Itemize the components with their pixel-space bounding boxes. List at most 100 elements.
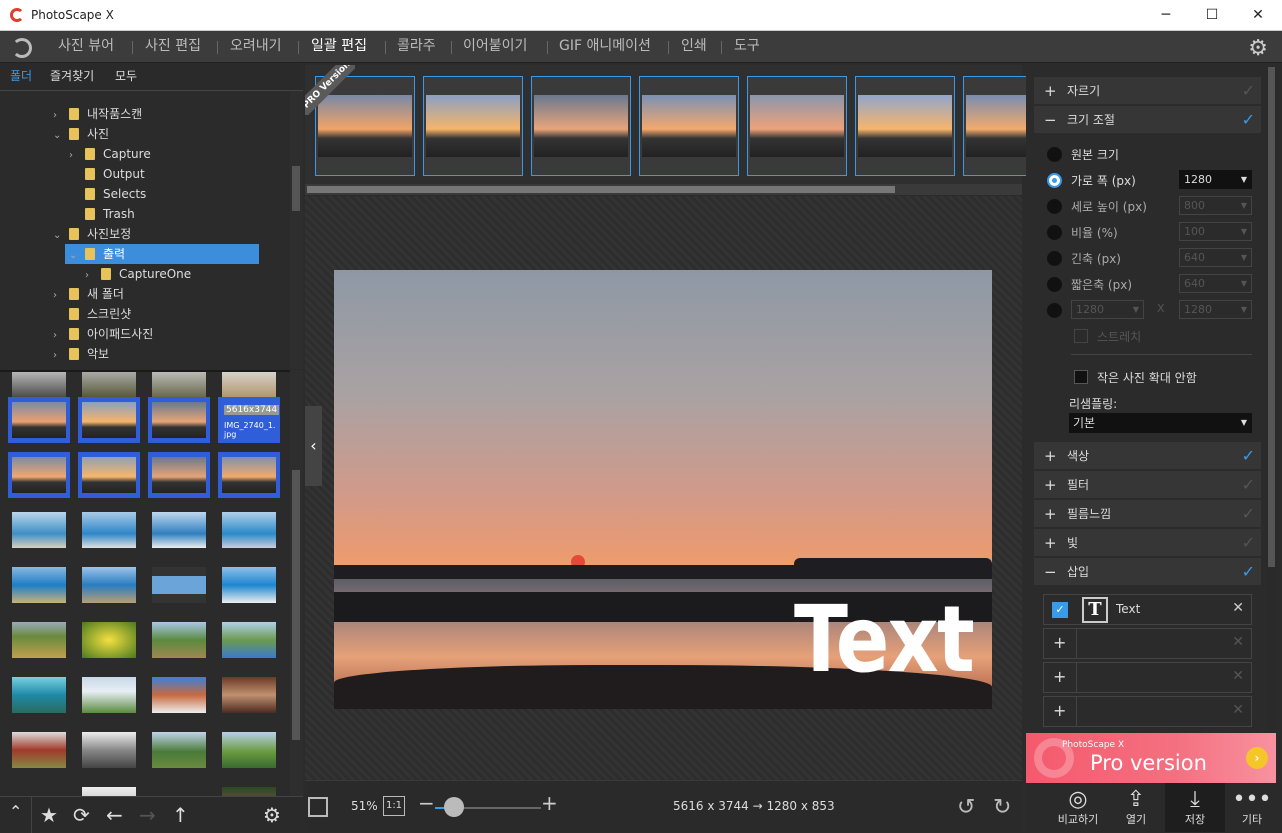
tree-item[interactable]: Selects bbox=[69, 184, 146, 204]
filmstrip-scrollbar-thumb[interactable] bbox=[307, 186, 895, 193]
thumbnail-selected[interactable] bbox=[78, 397, 140, 443]
thumbnail[interactable] bbox=[78, 507, 140, 553]
expand-plus-icon[interactable]: + bbox=[1044, 471, 1057, 499]
tree-item[interactable]: Output bbox=[69, 164, 145, 184]
thumbnail[interactable] bbox=[78, 672, 140, 718]
width-select[interactable]: 1280 ▼ bbox=[1179, 170, 1252, 189]
thumbnail[interactable] bbox=[8, 617, 70, 663]
tree-scrollbar-thumb[interactable] bbox=[292, 166, 300, 211]
insert-row-empty[interactable]: + ✕ bbox=[1043, 628, 1252, 659]
thumbnail[interactable] bbox=[148, 562, 210, 608]
panel-scrollbar[interactable] bbox=[1266, 67, 1277, 733]
check-icon[interactable]: ✓ bbox=[1242, 500, 1255, 528]
tree-item[interactable]: › 아이패드사진 bbox=[53, 324, 153, 344]
insert-text-checkbox[interactable]: ✓ bbox=[1052, 602, 1068, 618]
thumbnail[interactable] bbox=[148, 727, 210, 773]
more-button[interactable]: ••• 기타 bbox=[1222, 783, 1282, 832]
menu-gif[interactable]: GIF 애니메이션 bbox=[559, 31, 651, 63]
banner-arrow-icon[interactable]: › bbox=[1246, 747, 1268, 769]
tab-all[interactable]: 모두 bbox=[115, 63, 137, 91]
filmstrip-thumbnail[interactable] bbox=[855, 76, 955, 176]
check-icon[interactable]: ✓ bbox=[1242, 442, 1255, 470]
panel-scrollbar-thumb[interactable] bbox=[1268, 67, 1275, 567]
thumbnail[interactable] bbox=[8, 672, 70, 718]
tree-item-selected[interactable]: ⌄ 출력 bbox=[65, 244, 259, 264]
thumbnail[interactable] bbox=[218, 562, 280, 608]
tab-favorites[interactable]: 즐겨찾기 bbox=[50, 63, 94, 91]
collapse-left-panel-button[interactable]: ‹ bbox=[305, 406, 322, 486]
radio-custom[interactable] bbox=[1047, 303, 1062, 318]
fit-square-icon[interactable] bbox=[308, 797, 328, 817]
home-logo-icon[interactable] bbox=[12, 38, 32, 58]
arrow-right-icon[interactable]: → bbox=[139, 803, 156, 827]
rotate-right-icon[interactable]: ↻ bbox=[993, 795, 1011, 820]
thumbnail[interactable] bbox=[218, 617, 280, 663]
radio-height[interactable] bbox=[1047, 199, 1062, 214]
star-icon[interactable]: ★ bbox=[40, 803, 58, 827]
radio-short-side[interactable] bbox=[1047, 277, 1062, 292]
thumbnail[interactable] bbox=[8, 562, 70, 608]
arrow-up-icon[interactable]: ↑ bbox=[172, 803, 189, 827]
filmstrip-thumbnail[interactable] bbox=[423, 76, 523, 176]
check-icon[interactable]: ✓ bbox=[1242, 558, 1255, 586]
custom-width-select[interactable]: 1280 ▼ bbox=[1071, 300, 1144, 319]
filmstrip-scrollbar[interactable] bbox=[305, 184, 1022, 195]
zoom-out-button[interactable]: − bbox=[418, 791, 435, 815]
radio-percent[interactable] bbox=[1047, 225, 1062, 240]
compare-button[interactable]: ◎ 비교하기 bbox=[1048, 783, 1108, 832]
menu-cut-out[interactable]: 오려내기 bbox=[230, 31, 282, 63]
no-upscale-checkbox[interactable] bbox=[1074, 370, 1088, 384]
thumbnail[interactable] bbox=[78, 782, 140, 796]
thumbnail[interactable] bbox=[8, 507, 70, 553]
long-side-select[interactable]: 640 ▼ bbox=[1179, 248, 1252, 267]
thumbnail-scrollbar-thumb[interactable] bbox=[292, 470, 300, 740]
tree-item[interactable]: ⌄ 사진 bbox=[53, 124, 109, 144]
menu-combine[interactable]: 이어붙이기 bbox=[463, 31, 527, 63]
thumbnail[interactable] bbox=[148, 617, 210, 663]
tree-item[interactable]: › CaptureOne bbox=[85, 264, 191, 284]
thumbnail-selected[interactable]: 5616x3744 IMG_2740_1.jpg bbox=[218, 397, 280, 443]
actual-size-button[interactable]: 1:1 bbox=[383, 796, 405, 816]
pro-version-banner[interactable]: PhotoScape X Pro version › bbox=[1026, 733, 1276, 783]
thumbnail-selected[interactable] bbox=[8, 397, 70, 443]
tab-folder[interactable]: 폴더 bbox=[10, 63, 32, 91]
tree-item[interactable]: Trash bbox=[69, 204, 135, 224]
thumbnail-selected[interactable] bbox=[148, 452, 210, 498]
radio-width[interactable] bbox=[1047, 173, 1062, 188]
thumbnail[interactable] bbox=[218, 782, 280, 796]
check-icon[interactable]: ✓ bbox=[1242, 471, 1255, 499]
section-crop[interactable]: + 자르기 ✓ bbox=[1034, 77, 1261, 105]
expand-plus-icon[interactable]: + bbox=[1044, 77, 1057, 105]
menu-batch[interactable]: 일괄 편집 bbox=[311, 31, 367, 63]
thumbnail-selected[interactable] bbox=[218, 452, 280, 498]
stretch-checkbox[interactable] bbox=[1074, 329, 1088, 343]
thumbnail-selected[interactable] bbox=[8, 452, 70, 498]
folder-settings-gear-icon[interactable]: ⚙ bbox=[263, 803, 281, 827]
section-filter[interactable]: + 필터 ✓ bbox=[1034, 471, 1261, 499]
add-plus-icon[interactable]: + bbox=[1053, 633, 1066, 652]
section-color[interactable]: + 색상 ✓ bbox=[1034, 442, 1261, 470]
filmstrip-thumbnail[interactable] bbox=[747, 76, 847, 176]
menu-photo-viewer[interactable]: 사진 뷰어 bbox=[58, 31, 114, 63]
thumbnail[interactable] bbox=[218, 507, 280, 553]
collapse-minus-icon[interactable]: − bbox=[1044, 558, 1057, 586]
tree-item[interactable]: ⌄ 사진보정 bbox=[53, 224, 131, 244]
save-button[interactable]: ⤓ 저장 bbox=[1165, 783, 1225, 832]
minimize-button[interactable]: ─ bbox=[1143, 0, 1189, 31]
menu-collage[interactable]: 콜라주 bbox=[397, 31, 436, 63]
filmstrip-thumbnail[interactable] bbox=[639, 76, 739, 176]
thumbnail[interactable] bbox=[78, 727, 140, 773]
section-light[interactable]: + 빛 ✓ bbox=[1034, 529, 1261, 557]
add-plus-icon[interactable]: + bbox=[1053, 701, 1066, 720]
expand-plus-icon[interactable]: + bbox=[1044, 500, 1057, 528]
collapse-minus-icon[interactable]: − bbox=[1044, 106, 1057, 134]
thumbnail[interactable] bbox=[148, 507, 210, 553]
thumbnail-scrollbar[interactable] bbox=[290, 370, 303, 796]
custom-height-select[interactable]: 1280 ▼ bbox=[1179, 300, 1252, 319]
remove-x-icon[interactable]: ✕ bbox=[1232, 702, 1244, 718]
section-resize[interactable]: − 크기 조절 ✓ bbox=[1034, 106, 1261, 134]
add-plus-icon[interactable]: + bbox=[1053, 667, 1066, 686]
chevron-up-icon[interactable]: ⌃ bbox=[9, 802, 22, 821]
text-tool-icon[interactable]: T bbox=[1082, 597, 1108, 623]
section-insert[interactable]: − 삽입 ✓ bbox=[1034, 558, 1261, 586]
